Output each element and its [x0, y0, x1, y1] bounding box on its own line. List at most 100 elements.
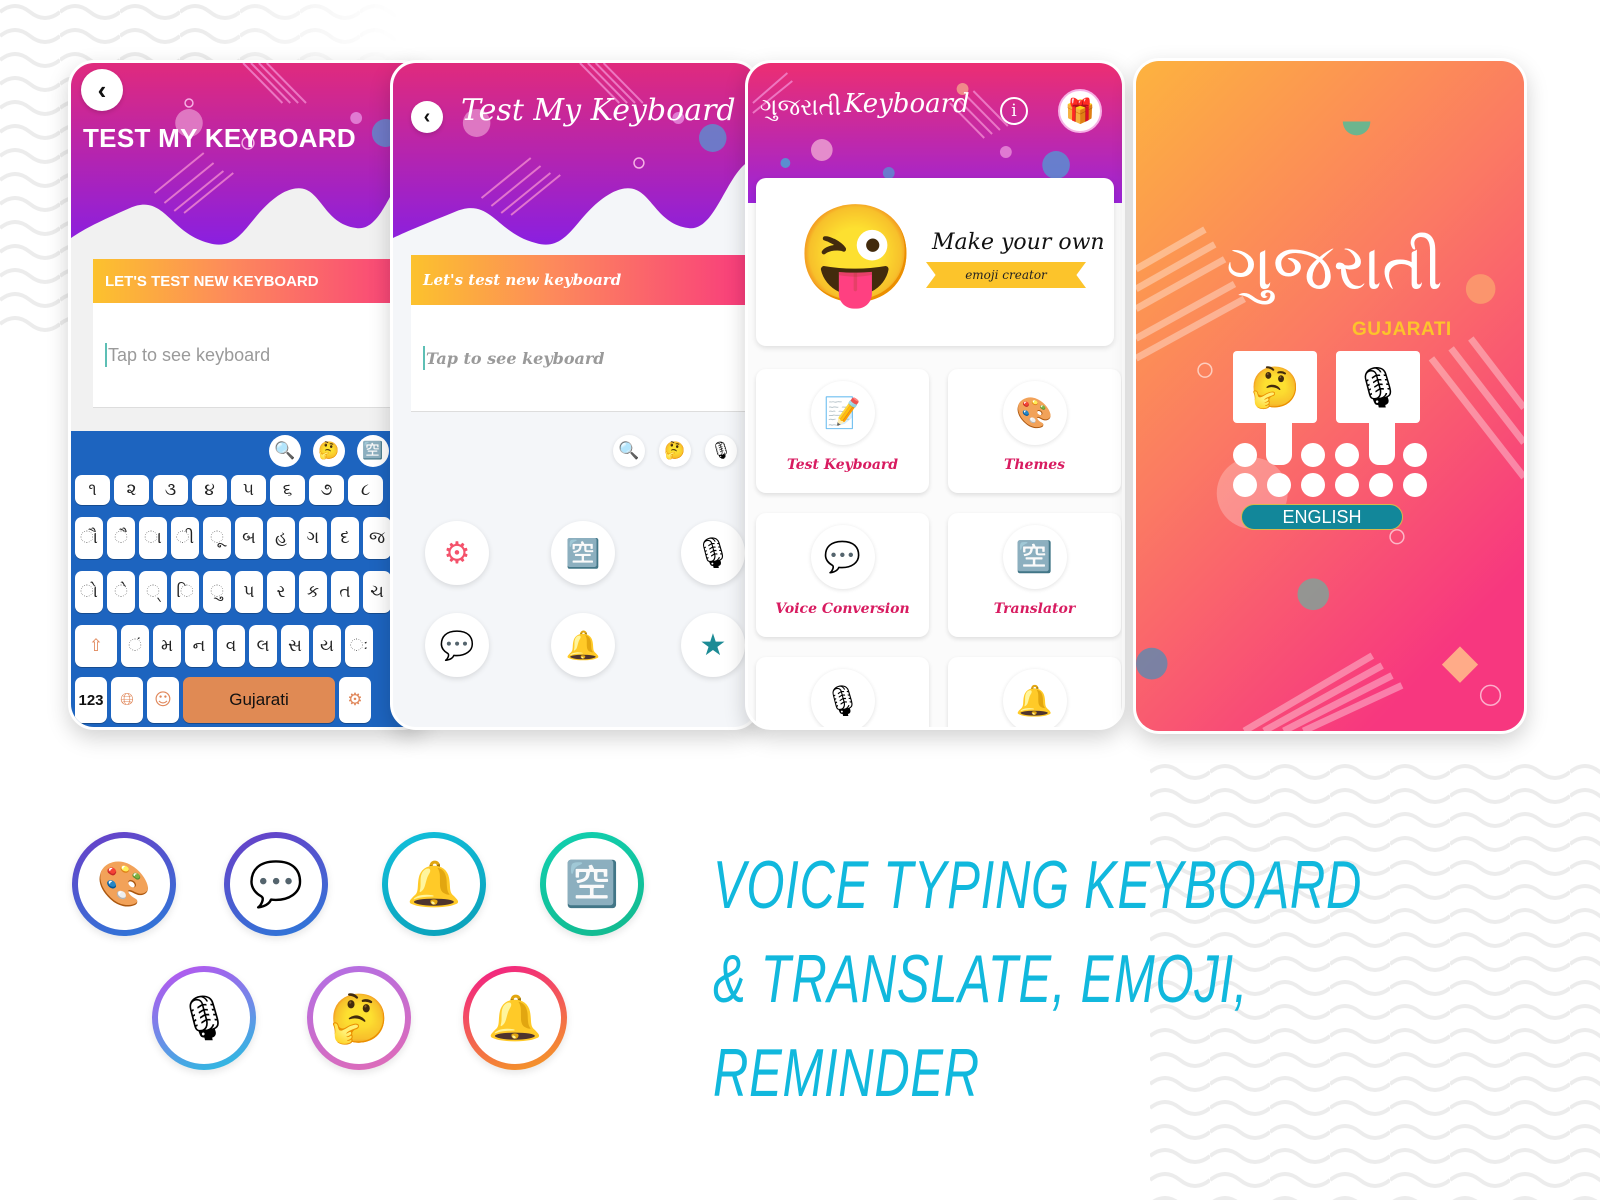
keyboard-dot [1233, 473, 1257, 497]
key[interactable]: ૈ [107, 517, 135, 559]
microphone-icon: 🎙 [1336, 351, 1420, 423]
headline-line-2: & TRANSLATE, EMOJI, [713, 941, 1249, 1017]
chevron-left-icon: ‹ [423, 105, 431, 128]
key[interactable]: ૬ [270, 475, 305, 505]
key[interactable]: હ [267, 517, 295, 559]
test-input[interactable]: Tap to see keyboard [93, 303, 425, 407]
splash-title-gujarati: ગુજરાતી [1226, 231, 1443, 305]
emoji-creator-banner[interactable]: 😜 Make your own emoji creator [756, 178, 1114, 346]
microphone-icon: 🎙 [158, 972, 250, 1064]
feature-icon-voice-conversion[interactable]: 💬 [224, 832, 328, 936]
feature-icon-voice-typing[interactable]: 🎙 [152, 966, 256, 1070]
key[interactable]: ત [331, 571, 359, 613]
key[interactable]: જ [363, 517, 391, 559]
feature-card-test-keyboard[interactable]: 📝 Test Keyboard [756, 369, 929, 493]
key[interactable]: વ [217, 625, 245, 667]
key[interactable]: ય [313, 625, 341, 667]
english-badge[interactable]: ENGLISH [1241, 504, 1403, 530]
key[interactable]: િ [171, 571, 199, 613]
keyboard-dot [1335, 473, 1359, 497]
screen-gujarati-keyboard-home: ગુજરાતી Keyboard i 🎁 😜 Make your own emo… [745, 60, 1125, 730]
key[interactable]: બ [235, 517, 263, 559]
test-input[interactable]: Tap to see keyboard [411, 305, 757, 411]
thinking-emoji-icon[interactable]: 🤔 [659, 435, 691, 467]
feature-label: Themes [1003, 457, 1066, 473]
feature-icon-emoji[interactable]: 🤔 [307, 966, 411, 1070]
app-title-script: Keyboard [844, 89, 970, 119]
microphone-icon: 🎙 [693, 536, 733, 570]
smiley-icon: ☺ [154, 690, 172, 710]
key[interactable]: પ [235, 571, 263, 613]
key[interactable]: દ [331, 517, 359, 559]
key[interactable]: ૨ [114, 475, 149, 505]
key[interactable]: ં [121, 625, 149, 667]
back-button[interactable]: ‹ [411, 101, 443, 133]
keyboard-dot [1403, 473, 1427, 497]
feature-card-voice-typing[interactable]: 🎙 [756, 657, 929, 727]
voice-conversion-icon: 💬 [810, 525, 875, 589]
feature-label: Translator [993, 601, 1076, 617]
translate-icon[interactable]: 🈳 [357, 435, 389, 467]
feature-icon-themes[interactable]: 🎨 [72, 832, 176, 936]
key[interactable]: ્ [139, 571, 167, 613]
key[interactable]: મ [153, 625, 181, 667]
key[interactable]: ર [267, 571, 295, 613]
feature-icon-reminder[interactable]: 🔔 [382, 832, 486, 936]
key[interactable]: ચ [363, 571, 391, 613]
globe-icon: 🌐︎ [120, 690, 134, 710]
key[interactable]: ા [139, 517, 167, 559]
feature-label: Voice Conversion [775, 601, 910, 617]
gift-icon[interactable]: 🎁 [1058, 89, 1102, 133]
translate-icon: 🈳 [546, 838, 638, 930]
key[interactable]: ઃ [345, 625, 373, 667]
search-icon[interactable]: 🔍 [613, 435, 645, 467]
feature-icon-translate[interactable]: 🈳 [540, 832, 644, 936]
key[interactable]: ુ [203, 571, 231, 613]
feature-card-themes[interactable]: 🎨 Themes [948, 369, 1121, 493]
settings-key[interactable]: ⚙ [339, 677, 371, 723]
language-key[interactable]: 🌐︎ [111, 677, 143, 723]
shift-key[interactable]: ⇧ [75, 625, 117, 667]
voice-conversion-icon-button[interactable]: 💬 [425, 613, 489, 677]
feature-card-reminder[interactable]: 🔔 [948, 657, 1121, 727]
search-icon[interactable]: 🔍 [269, 435, 301, 467]
numbers-key[interactable]: 123 [75, 677, 107, 723]
shift-arrow-icon: ⇧ [88, 636, 104, 656]
reminder-icon-button[interactable]: 🔔 [551, 613, 615, 677]
bell-icon: 🔔 [1002, 669, 1067, 727]
back-button[interactable]: ‹ [81, 69, 123, 111]
screen-test-my-keyboard-script: ‹ Test My Keyboard Let's test new keyboa… [390, 60, 760, 730]
key[interactable]: ૫ [231, 475, 266, 505]
key[interactable]: ો [75, 571, 103, 613]
microphone-icon[interactable]: 🎙 [705, 435, 737, 467]
key[interactable]: લ [249, 625, 277, 667]
feature-card-translator[interactable]: 🈳 Translator [948, 513, 1121, 637]
feature-icon-reminder-alt[interactable]: 🔔 [463, 966, 567, 1070]
translate-icon-button[interactable]: 🈳 [551, 521, 615, 585]
key[interactable]: ગ [299, 517, 327, 559]
emoji-key[interactable]: ☺ [147, 677, 179, 723]
key[interactable]: ૧ [75, 475, 110, 505]
key[interactable]: ૮ [348, 475, 383, 505]
key[interactable]: ૪ [192, 475, 227, 505]
key[interactable]: ે [107, 571, 135, 613]
translate-icon: 🈳 [1002, 525, 1067, 589]
key[interactable]: ૂ [203, 517, 231, 559]
key[interactable]: ૭ [309, 475, 344, 505]
space-key[interactable]: Gujarati [183, 677, 335, 723]
key[interactable]: ૌ [75, 517, 103, 559]
key[interactable]: ૩ [153, 475, 188, 505]
key[interactable]: ક [299, 571, 327, 613]
rate-icon-button[interactable]: ★ [681, 613, 745, 677]
settings-icon-button[interactable]: ⚙ [425, 521, 489, 585]
key[interactable]: ી [171, 517, 199, 559]
key[interactable]: ન [185, 625, 213, 667]
key[interactable]: સ [281, 625, 309, 667]
microphone-icon-button[interactable]: 🎙 [681, 521, 745, 585]
feature-card-voice-conversion[interactable]: 💬 Voice Conversion [756, 513, 929, 637]
keyboard-dot [1267, 473, 1291, 497]
feature-label: Test Keyboard [786, 457, 899, 473]
info-icon[interactable]: i [1000, 97, 1028, 125]
thinking-emoji-icon[interactable]: 🤔 [313, 435, 345, 467]
keyboard-row-3: ોે્િુ પ ર ક ત ચ [75, 571, 391, 613]
